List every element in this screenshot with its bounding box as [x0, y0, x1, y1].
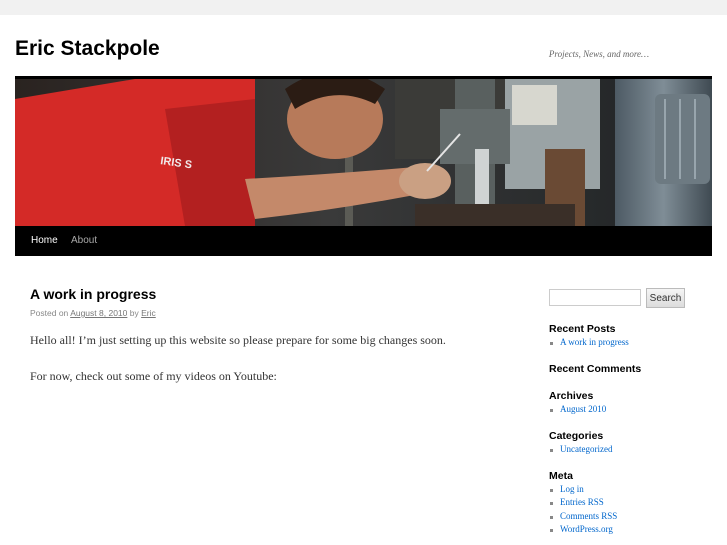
post-paragraph: Hello all! I’m just setting up this webs… — [30, 333, 446, 347]
search-button[interactable]: Search — [646, 288, 685, 308]
post-paragraph: For now, check out some of my videos on … — [30, 369, 277, 383]
search-input[interactable] — [549, 289, 641, 306]
nav-item-home[interactable]: Home — [31, 226, 58, 256]
page-wrapper: Eric Stackpole Projects, News, and more… — [0, 15, 727, 545]
list-bullet — [550, 409, 553, 412]
post-author-link[interactable]: Eric — [141, 308, 156, 318]
list-bullet — [550, 489, 553, 492]
site-description: Projects, News, and more… — [548, 49, 649, 59]
post-title[interactable]: A work in progress — [30, 286, 156, 302]
category-link[interactable]: Uncategorized — [560, 444, 612, 454]
meta-link-entries-rss[interactable]: Entries RSS — [560, 497, 604, 507]
list-bullet — [550, 516, 553, 519]
widget-title-categories: Categories — [549, 430, 604, 442]
meta-link-wordpress[interactable]: WordPress.org — [560, 524, 613, 534]
meta-link-comments-rss[interactable]: Comments RSS — [560, 511, 617, 521]
header-banner-image: IRIS S — [15, 79, 712, 226]
widget-title-recent-posts: Recent Posts — [549, 323, 616, 335]
list-bullet — [550, 529, 553, 532]
post-meta: Posted on August 8, 2010 by Eric — [30, 308, 156, 318]
widget-title-meta: Meta — [549, 470, 573, 482]
list-bullet — [550, 342, 553, 345]
site-title[interactable]: Eric Stackpole — [15, 37, 160, 61]
widget-title-archives: Archives — [549, 390, 594, 402]
archive-link[interactable]: August 2010 — [560, 404, 606, 414]
list-bullet — [550, 502, 553, 505]
list-bullet — [550, 449, 553, 452]
post-meta-label: Posted on — [30, 308, 69, 318]
nav-item-about[interactable]: About — [71, 226, 97, 256]
post-date-link[interactable]: August 8, 2010 — [70, 308, 127, 318]
widget-title-recent-comments: Recent Comments — [549, 363, 642, 375]
main-navigation: Home About — [15, 226, 712, 256]
post-meta-by: by — [129, 308, 139, 318]
meta-link-login[interactable]: Log in — [560, 484, 584, 494]
recent-post-link[interactable]: A work in progress — [560, 337, 629, 347]
